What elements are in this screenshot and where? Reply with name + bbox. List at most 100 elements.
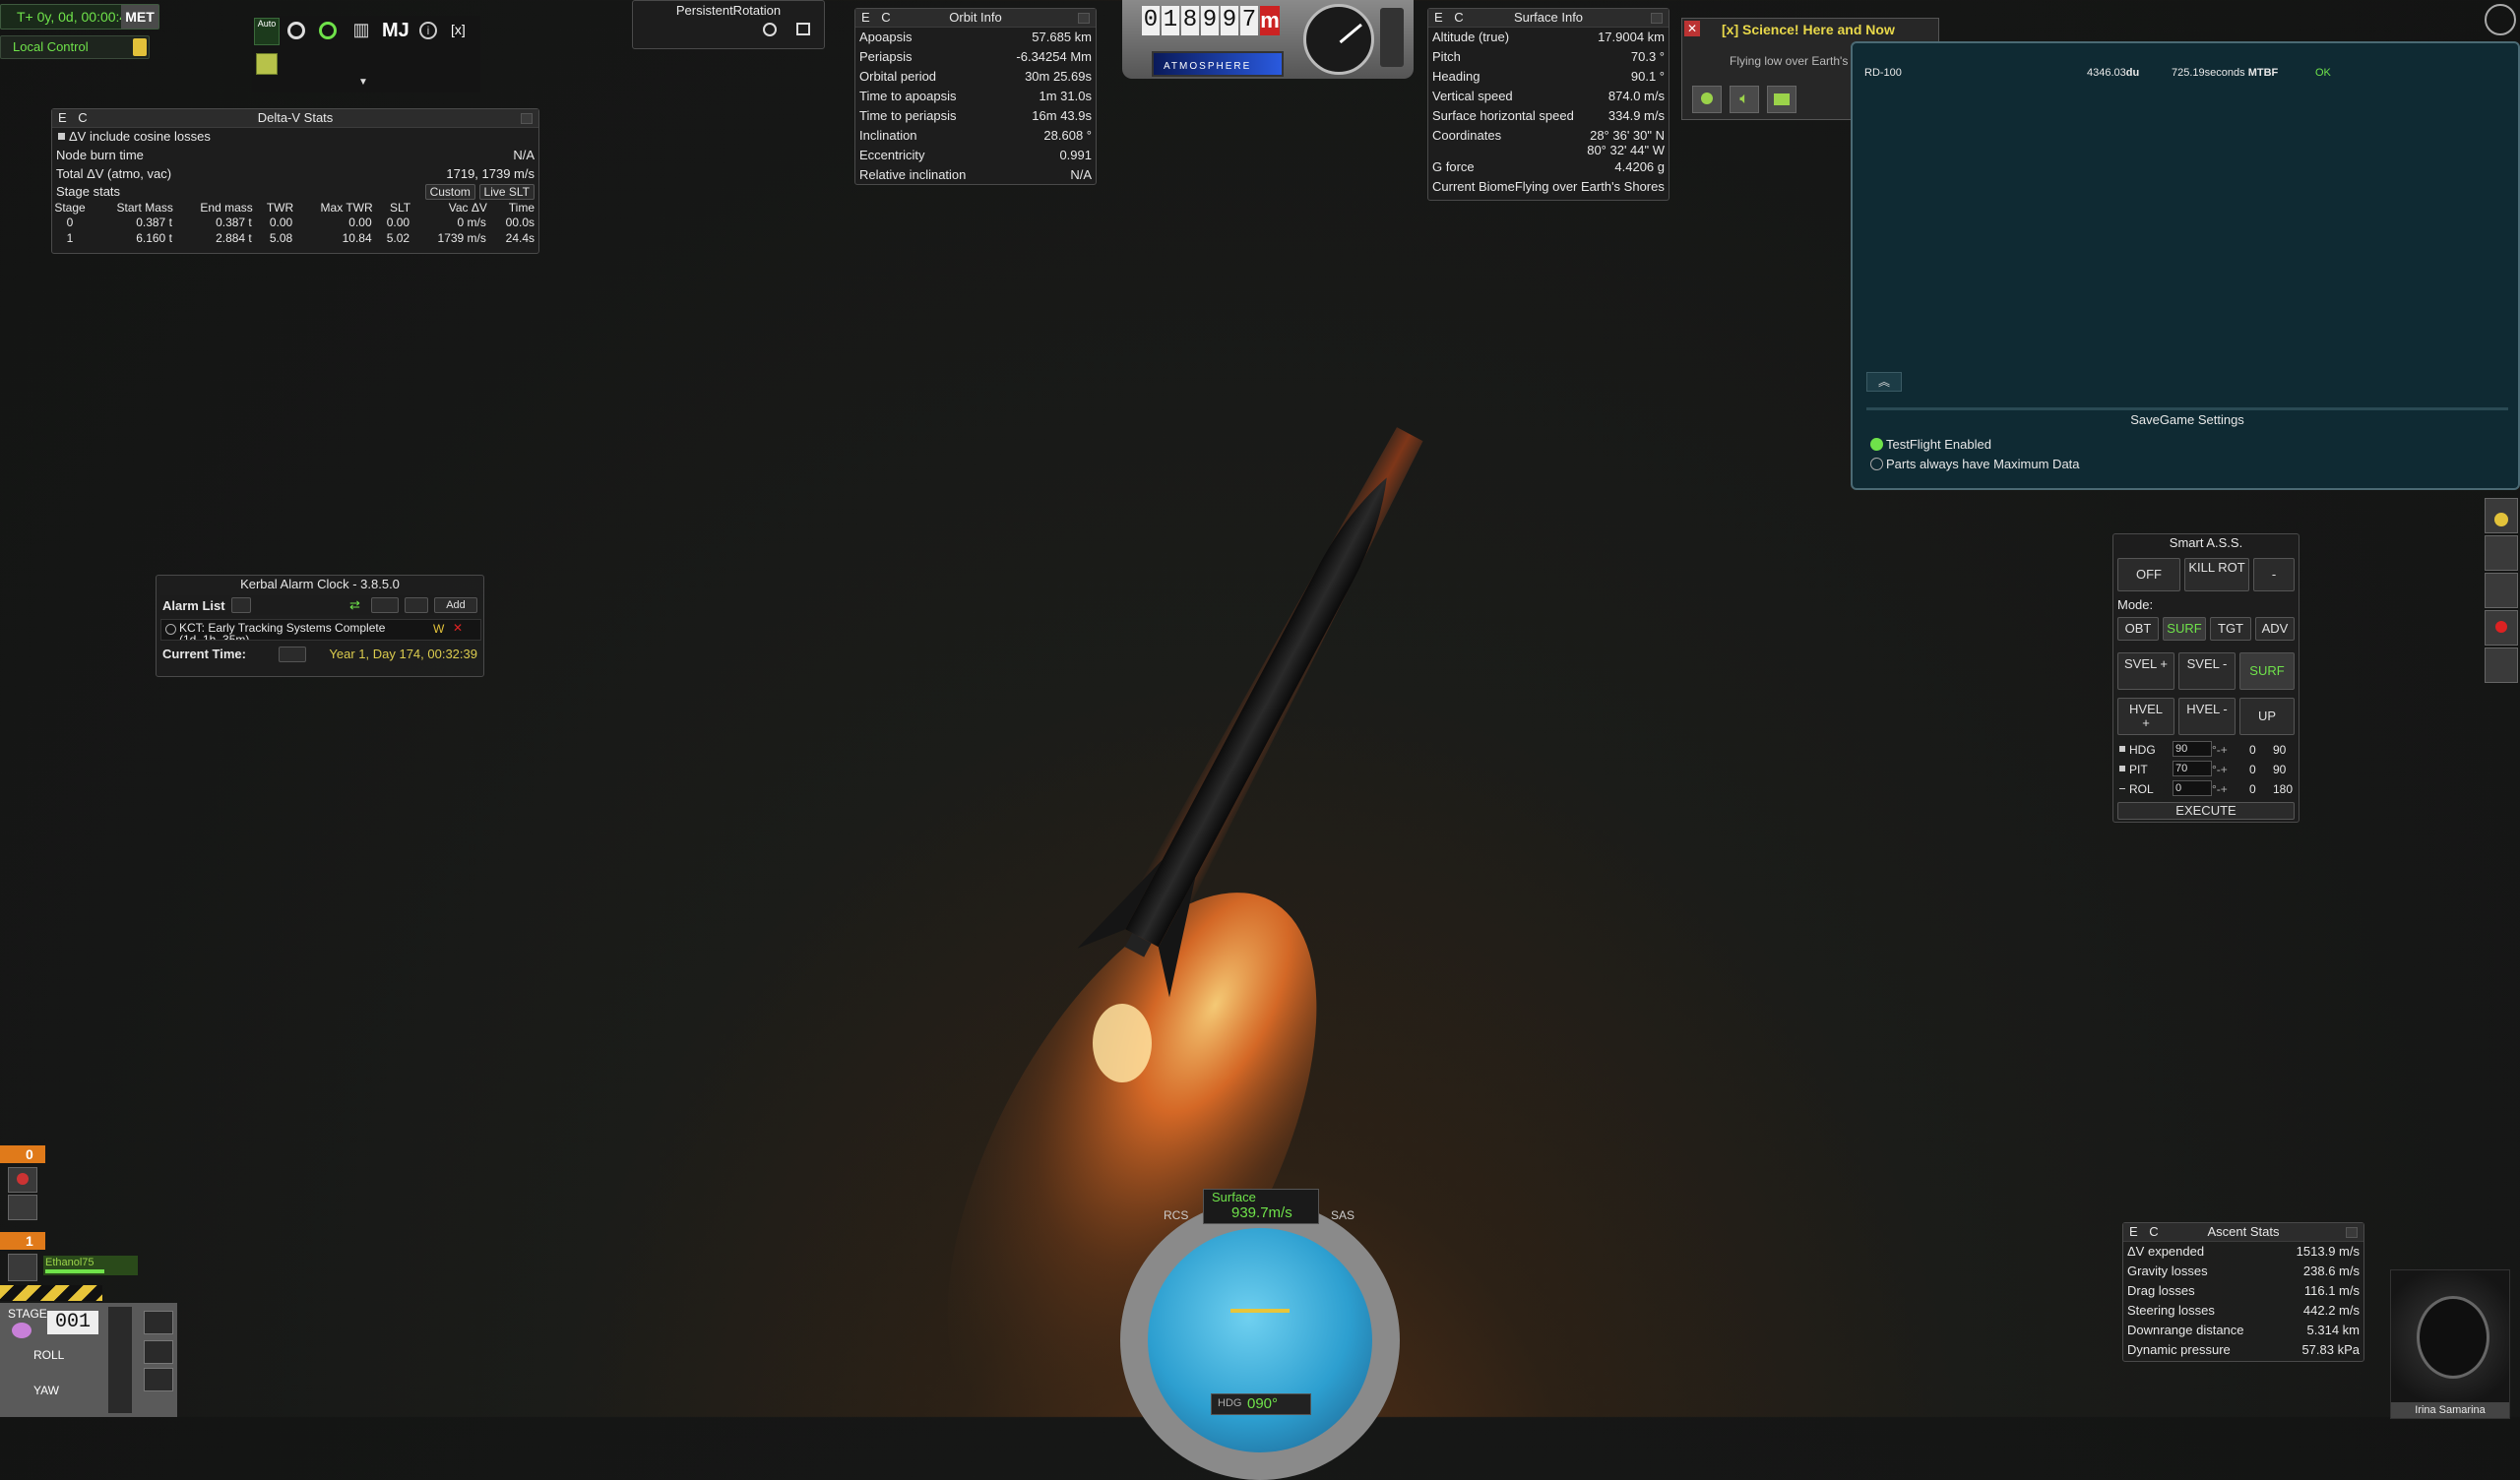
add-alarm-button[interactable]: Add [434,597,477,613]
mode-tgt-button[interactable]: TGT [2210,617,2251,641]
info-icon[interactable]: i [419,22,437,39]
auto-button[interactable]: Auto [254,18,280,45]
collapse-button[interactable]: ︽ [1866,372,1902,392]
info-label: Altitude (true) [1432,30,1510,44]
notes-icon[interactable] [256,53,278,75]
refresh-icon[interactable]: ⇄ [349,597,360,613]
settings-gear-icon[interactable] [763,23,777,36]
crew-portrait[interactable]: Irina Samarina [2390,1269,2510,1419]
window-toggle-icon[interactable] [796,23,810,35]
antenna-icon[interactable] [2485,4,2516,35]
minimize-button[interactable] [2346,1227,2358,1238]
cosine-losses-toggle[interactable]: ΔV include cosine losses [52,128,538,146]
testflight-enabled-toggle[interactable]: TestFlight Enabled [1870,435,1991,453]
hdg-stepper[interactable]: °-+ [2212,743,2228,757]
orbit-info-title: Orbit Info [949,10,1002,25]
alarm-delete-icon[interactable]: ✕ [453,621,463,635]
rol-max: 180 [2273,782,2294,796]
alarm-item[interactable]: KCT: Early Tracking Systems Complete (1d… [160,619,481,641]
calendar-button[interactable] [279,647,306,662]
mod-toolbar: Auto ▥ MJ i [x] ▼ [252,16,480,92]
hdg-checkbox[interactable] [2119,746,2125,752]
mechjeb-button[interactable]: MJ [382,20,410,42]
chevron-down-icon[interactable]: ▼ [358,77,368,88]
ec-toggle[interactable]: E C [2129,1223,2163,1241]
wrench-button[interactable] [405,597,428,613]
rol-checkbox[interactable] [2119,788,2125,789]
stage-button[interactable] [12,1323,32,1338]
local-control-indicator[interactable]: Local Control [0,35,150,59]
gear-icon[interactable] [287,22,305,39]
medal-icon[interactable] [2485,498,2518,533]
pit-stepper[interactable]: °-+ [2212,763,2228,776]
parachute-icon[interactable] [8,1167,37,1193]
speed-mode-label[interactable]: Surface [1212,1190,1256,1204]
surf-target-button[interactable]: SURF [2239,652,2295,690]
hdg-input[interactable] [2173,741,2212,757]
science-close-button[interactable]: ✕ [1684,21,1700,36]
stage-1-badge[interactable]: 1 [0,1232,45,1250]
tools-button[interactable] [371,597,399,613]
sas-toggle[interactable]: SAS [1331,1208,1354,1222]
navball[interactable] [1148,1228,1372,1452]
rocket-icon[interactable] [2485,648,2518,683]
satellite-icon[interactable] [2485,535,2518,571]
science-run-button[interactable] [1692,86,1722,113]
eye-icon[interactable] [144,1368,173,1391]
pit-zero: 0 [2249,763,2256,776]
close-all-button[interactable]: [x] [451,22,466,37]
up-button[interactable]: UP [2239,698,2295,735]
ec-toggle[interactable]: E C [861,9,895,27]
ec-toggle[interactable]: E C [1434,9,1468,27]
custom-button[interactable]: Custom [424,184,475,200]
camera-icon[interactable] [144,1311,173,1334]
mode-surf-button[interactable]: SURF [2163,617,2206,641]
engine-icon[interactable] [8,1254,37,1281]
mode-adv-button[interactable]: ADV [2255,617,2295,641]
live-slt-button[interactable]: Live SLT [478,184,535,200]
map-pin-icon[interactable] [2485,610,2518,646]
minimize-button[interactable] [1651,13,1663,24]
mode-obt-button[interactable]: OBT [2117,617,2159,641]
chart-icon[interactable]: ▥ [350,20,372,41]
gforce-value: 4.4206 g [1614,159,1665,174]
info-row: Downrange distance 5.314 km [2123,1321,2363,1340]
kill-rot-button[interactable]: KILL ROT [2184,558,2249,591]
column-header: Start Mass [116,201,173,215]
crew-name: Irina Samarina [2391,1402,2509,1418]
minimize-button[interactable] [1078,13,1090,24]
science-sound-button[interactable]: 🔈︎ [1730,86,1759,113]
checkbox-icon [58,133,65,140]
pit-input[interactable] [2173,761,2212,776]
alarm-warp-toggle[interactable]: W [433,622,444,636]
fuel-label: Ethanol75 [45,1257,94,1268]
alarm-clock-icon[interactable] [319,22,337,39]
alarm-list-header: Alarm List ⇄ Add [160,595,479,615]
current-time-value: Year 1, Day 174, 00:32:39 [329,647,477,661]
rol-stepper[interactable]: °-+ [2212,782,2228,796]
autopilot-icon[interactable] [144,1340,173,1364]
coordinates-lon: 80° 32' 44" W [1587,143,1665,157]
science-list-button[interactable] [1767,86,1796,113]
svel-plus-button[interactable]: SVEL + [2117,652,2174,690]
chain-icon[interactable] [2485,573,2518,608]
off-button[interactable]: OFF [2117,558,2180,591]
stage-0-badge[interactable]: 0 [0,1145,45,1163]
met-button[interactable]: MET [121,5,158,29]
hvel-minus-button[interactable]: HVEL - [2178,698,2236,735]
rol-input[interactable] [2173,780,2212,796]
execute-button[interactable]: EXECUTE [2117,802,2295,820]
ec-toggle[interactable]: E C [58,109,92,127]
pit-checkbox[interactable] [2119,766,2125,771]
max-data-toggle[interactable]: Parts always have Maximum Data [1870,455,2080,472]
alarm-clock-title: Kerbal Alarm Clock - 3.8.5.0 [240,577,400,591]
atmosphere-label: ATMOSPHERE [1164,61,1252,72]
alarm-settings-button[interactable] [231,597,251,613]
svel-minus-button[interactable]: SVEL - [2178,652,2236,690]
decoupler-icon[interactable] [8,1195,37,1220]
dash-button[interactable]: - [2253,558,2295,591]
minimize-button[interactable] [521,113,533,124]
alarm-list-label: Alarm List [162,598,225,613]
hvel-plus-button[interactable]: HVEL + [2117,698,2174,735]
rcs-toggle[interactable]: RCS [1164,1208,1188,1222]
